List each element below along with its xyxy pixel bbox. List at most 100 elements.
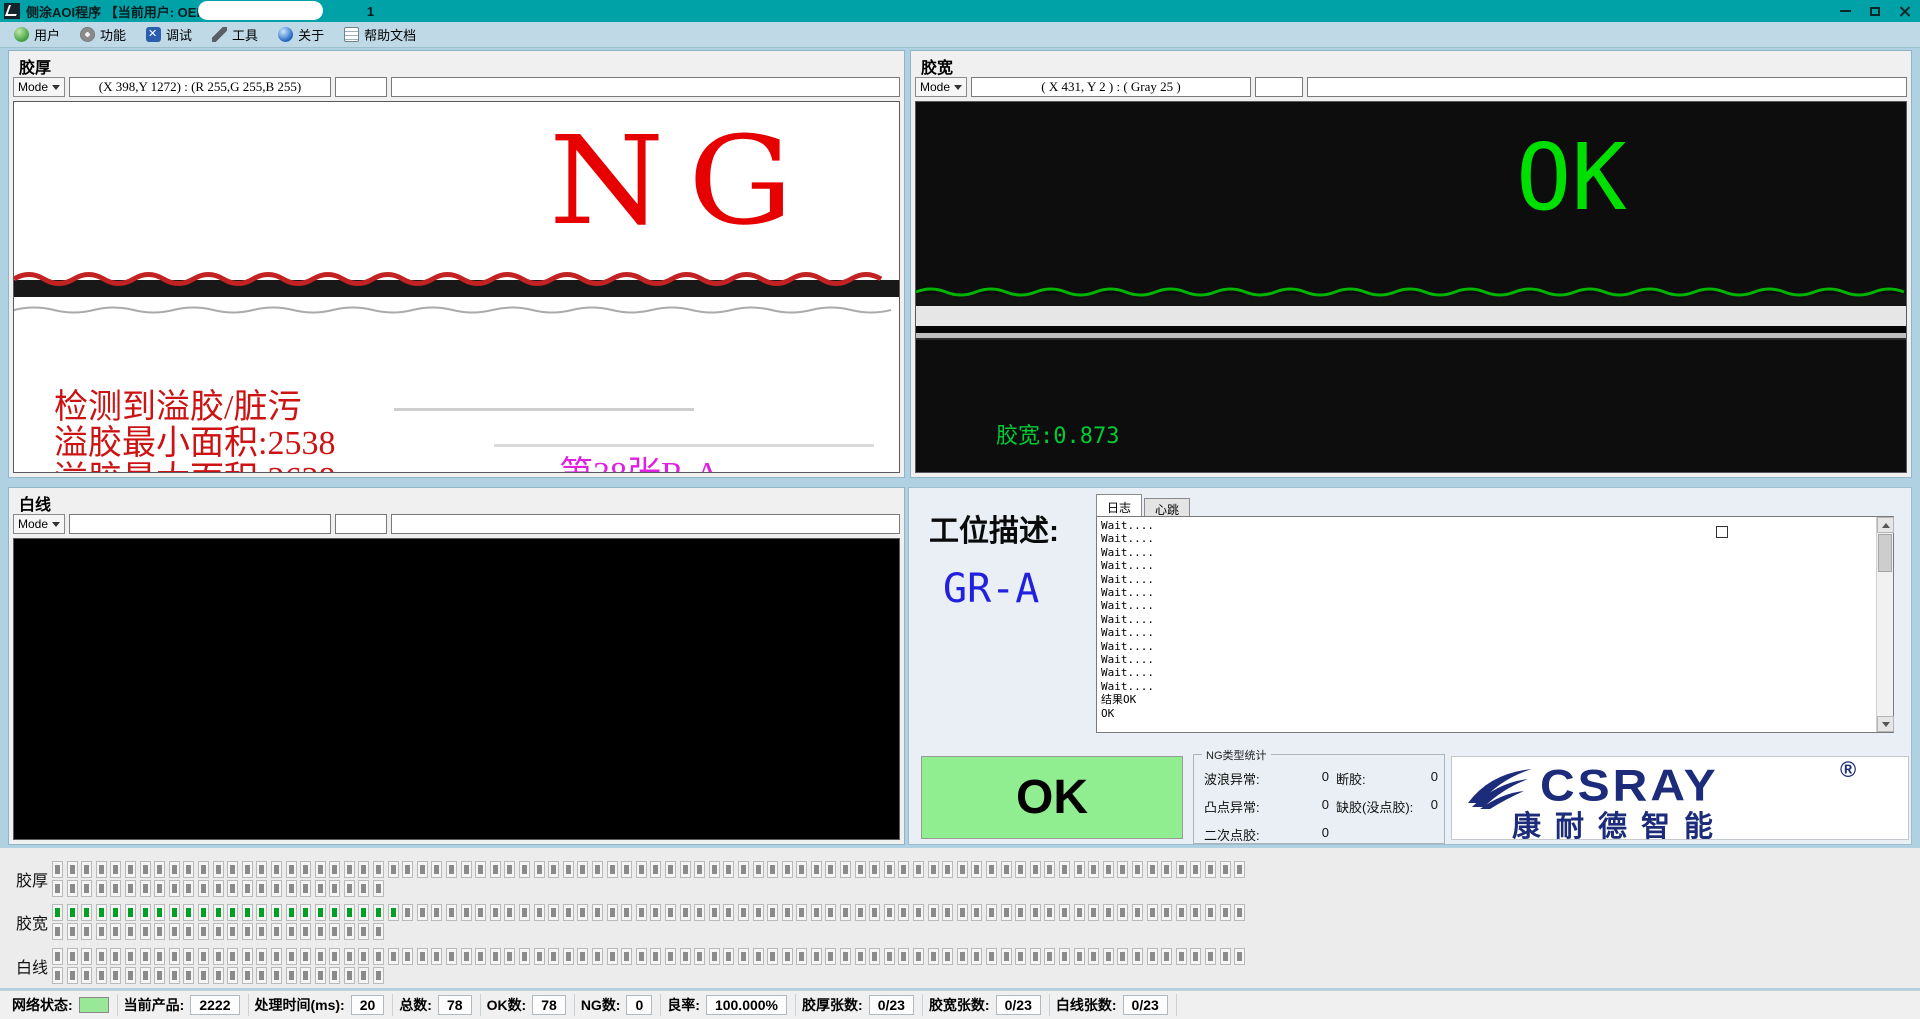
progress-cell (183, 880, 194, 897)
status-label: OK数: (487, 995, 527, 1015)
scroll-down-button[interactable] (1877, 716, 1894, 732)
progress-cell (563, 861, 574, 878)
progress-cell (1117, 861, 1128, 878)
progress-cell (971, 904, 982, 921)
progress-cell (577, 904, 588, 921)
progress-cell (67, 861, 78, 878)
progress-cell (738, 904, 749, 921)
menu-item-用户[interactable]: 用户 (8, 23, 74, 47)
panel-white-line: 白线 Mode (8, 487, 905, 845)
menu-item-工具[interactable]: 工具 (206, 23, 272, 47)
progress-cell (154, 923, 165, 940)
progress-cell (256, 923, 267, 940)
ng-stat-label: 断胶: (1336, 769, 1366, 788)
status-bar: 网络状态:当前产品:2222处理时间(ms):20总数:78OK数:78NG数:… (0, 990, 1920, 1019)
progress-cell (169, 904, 180, 921)
progress-cell (534, 861, 545, 878)
progress-cell (96, 904, 107, 921)
progress-cell (286, 861, 297, 878)
progress-cell (110, 923, 121, 940)
mode-dropdown[interactable]: Mode (13, 514, 65, 534)
glue-width-image[interactable]: OK 胶宽:0.873 (915, 101, 1907, 473)
progress-cell (446, 904, 457, 921)
progress-cell (680, 904, 691, 921)
progress-cell (81, 948, 92, 965)
progress-cell (67, 967, 78, 984)
progress-cell (140, 948, 151, 965)
info-box-long[interactable] (1307, 77, 1907, 97)
progress-cell (183, 948, 194, 965)
maximize-button[interactable] (1860, 0, 1890, 22)
user-icon (14, 27, 29, 42)
progress-cell (519, 904, 530, 921)
progress-cell (986, 861, 997, 878)
progress-cell (1044, 948, 1055, 965)
ng-statistics-title: NG类型统计 (1202, 747, 1271, 763)
progress-cell (665, 861, 676, 878)
minimize-button[interactable] (1830, 0, 1860, 22)
status-label: 胶宽张数: (929, 995, 990, 1015)
log-entry: Wait.... (1101, 586, 1876, 599)
progress-cell (1220, 948, 1231, 965)
panel-title: 胶宽 (911, 51, 1911, 75)
pixel-coordinate-box[interactable]: (X 398,Y 1272) : (R 255,G 255,B 255) (69, 77, 331, 97)
log-entry: Wait.... (1101, 666, 1876, 679)
mode-dropdown[interactable]: Mode (13, 77, 65, 97)
white-line-image[interactable] (13, 538, 900, 840)
progress-cell (1234, 904, 1245, 921)
progress-cell (154, 967, 165, 984)
progress-cell (1176, 861, 1187, 878)
progress-cell (1030, 948, 1041, 965)
menu-item-调试[interactable]: 调试 (140, 23, 206, 47)
progress-cell (358, 948, 369, 965)
progress-cell (242, 861, 253, 878)
station-info-region: 工位描述: GR-A 日志心跳 Wait....Wait....Wait....… (908, 487, 1912, 845)
progress-cell (884, 904, 895, 921)
tab-日志[interactable]: 日志 (1096, 494, 1142, 517)
frame-progress-region: 胶厚胶宽白线 (0, 848, 1920, 988)
mode-dropdown[interactable]: Mode (915, 77, 967, 97)
info-box-small[interactable] (335, 514, 387, 534)
progress-row (52, 880, 1245, 897)
pixel-coordinate-box[interactable]: ( X 431, Y 2 ) : ( Gray 25 ) (971, 77, 1251, 97)
progress-row (52, 904, 1245, 921)
scroll-up-button[interactable] (1877, 517, 1894, 533)
close-button[interactable] (1890, 0, 1920, 22)
maximize-icon (1870, 7, 1880, 16)
progress-cell (723, 904, 734, 921)
progress-cell (490, 861, 501, 878)
menu-item-功能[interactable]: 功能 (74, 23, 140, 47)
progress-cell (1176, 948, 1187, 965)
status-label: 良率: (667, 995, 700, 1015)
glue-edge-strip (14, 260, 899, 322)
log-entry: Wait.... (1101, 653, 1876, 666)
progress-cell (709, 861, 720, 878)
log-entry: Wait.... (1101, 559, 1876, 572)
progress-cell (52, 861, 63, 878)
mode-label: Mode (18, 80, 48, 94)
scrollbar-thumb[interactable] (1878, 534, 1892, 572)
chevron-down-icon (52, 85, 60, 90)
menu-item-关于[interactable]: 关于 (272, 23, 338, 47)
info-box-long[interactable] (391, 77, 900, 97)
info-box-small[interactable] (335, 77, 387, 97)
log-list[interactable]: Wait....Wait....Wait....Wait....Wait....… (1097, 517, 1876, 732)
info-box-long[interactable] (391, 514, 900, 534)
tab-心跳[interactable]: 心跳 (1144, 498, 1190, 517)
glue-thickness-image[interactable]: NG 检测到溢胶/脏污溢胶最小面积:2538溢胶最大面积:2638 第38张R-… (13, 101, 900, 473)
progress-cell (957, 948, 968, 965)
progress-cell (110, 880, 121, 897)
pixel-coordinate-box[interactable] (69, 514, 331, 534)
ng-stats-column-1: 波浪异常:0凸点异常:0二次点胶:0 (1204, 769, 1329, 853)
progress-row (52, 967, 1245, 984)
log-scrollbar[interactable] (1876, 517, 1893, 732)
ng-stat-value: 0 (1431, 769, 1438, 788)
overall-result-button[interactable]: OK (921, 756, 1183, 839)
log-checkbox[interactable] (1716, 526, 1728, 538)
brand-subtitle: 康耐德智能 (1512, 803, 1727, 845)
menu-item-帮助文档[interactable]: 帮助文档 (338, 23, 430, 47)
ng-stat-row: 断胶: 0 (1336, 769, 1438, 788)
info-box-small[interactable] (1255, 77, 1303, 97)
progress-cell (213, 923, 224, 940)
ng-stat-value: 0 (1431, 797, 1438, 816)
